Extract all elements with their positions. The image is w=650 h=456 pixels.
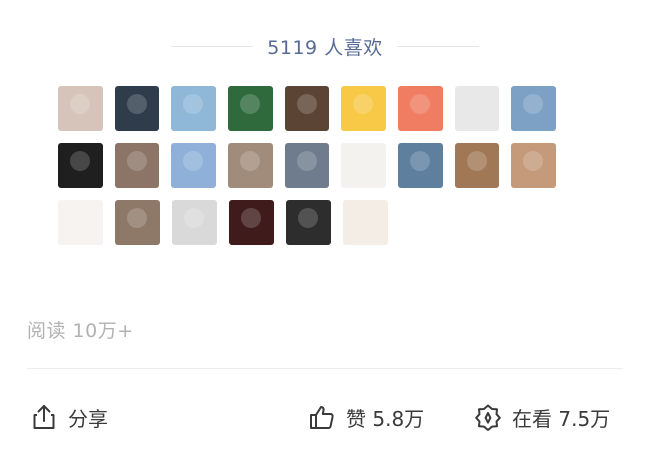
avatar-16[interactable] xyxy=(398,143,443,188)
avatar-row xyxy=(58,86,568,134)
avatar-14[interactable] xyxy=(284,143,330,188)
avatar-18[interactable] xyxy=(511,143,557,188)
avatar-2[interactable] xyxy=(114,86,160,131)
avatar-17[interactable] xyxy=(454,143,500,188)
likes-count: 5119 人喜欢 xyxy=(267,36,383,59)
avatar-15[interactable] xyxy=(341,143,387,188)
divider xyxy=(27,368,623,369)
avatar-9[interactable] xyxy=(511,86,557,131)
avatar-22[interactable] xyxy=(229,200,274,245)
share-icon xyxy=(33,405,55,429)
avatar-3[interactable] xyxy=(171,86,217,131)
avatar-row xyxy=(58,143,568,191)
watching-button[interactable]: 在看 7.5万 xyxy=(474,399,610,435)
avatar-23[interactable] xyxy=(286,200,331,245)
share-button[interactable]: 分享 xyxy=(30,399,108,435)
avatar-row xyxy=(58,200,568,248)
avatar-20[interactable] xyxy=(115,200,160,245)
avatar-6[interactable] xyxy=(341,86,387,131)
read-count: 阅读 10万+ xyxy=(27,320,134,342)
thumbs-up-icon xyxy=(310,406,334,429)
share-label: 分享 xyxy=(68,406,108,431)
avatar-1[interactable] xyxy=(58,86,103,131)
likes-header-right-rule xyxy=(396,45,479,47)
like-button[interactable]: 赞 5.8万 xyxy=(308,399,424,435)
avatar-24[interactable] xyxy=(343,200,388,245)
watching-label: 在看 7.5万 xyxy=(512,406,611,431)
liker-avatar-grid xyxy=(58,86,568,257)
avatar-10[interactable] xyxy=(58,143,103,188)
avatar-13[interactable] xyxy=(228,143,273,188)
watching-icon xyxy=(475,404,501,431)
avatar-4[interactable] xyxy=(228,86,273,131)
avatar-21[interactable] xyxy=(172,200,217,245)
avatar-5[interactable] xyxy=(284,86,330,131)
avatar-8[interactable] xyxy=(454,86,500,131)
avatar-7[interactable] xyxy=(398,86,443,131)
avatar-11[interactable] xyxy=(114,143,160,188)
avatar-19[interactable] xyxy=(58,200,103,245)
likes-header-left-rule xyxy=(171,45,254,47)
like-label: 赞 5.8万 xyxy=(346,406,425,431)
avatar-12[interactable] xyxy=(171,143,217,188)
likes-header: 5119 人喜欢 xyxy=(0,30,650,62)
